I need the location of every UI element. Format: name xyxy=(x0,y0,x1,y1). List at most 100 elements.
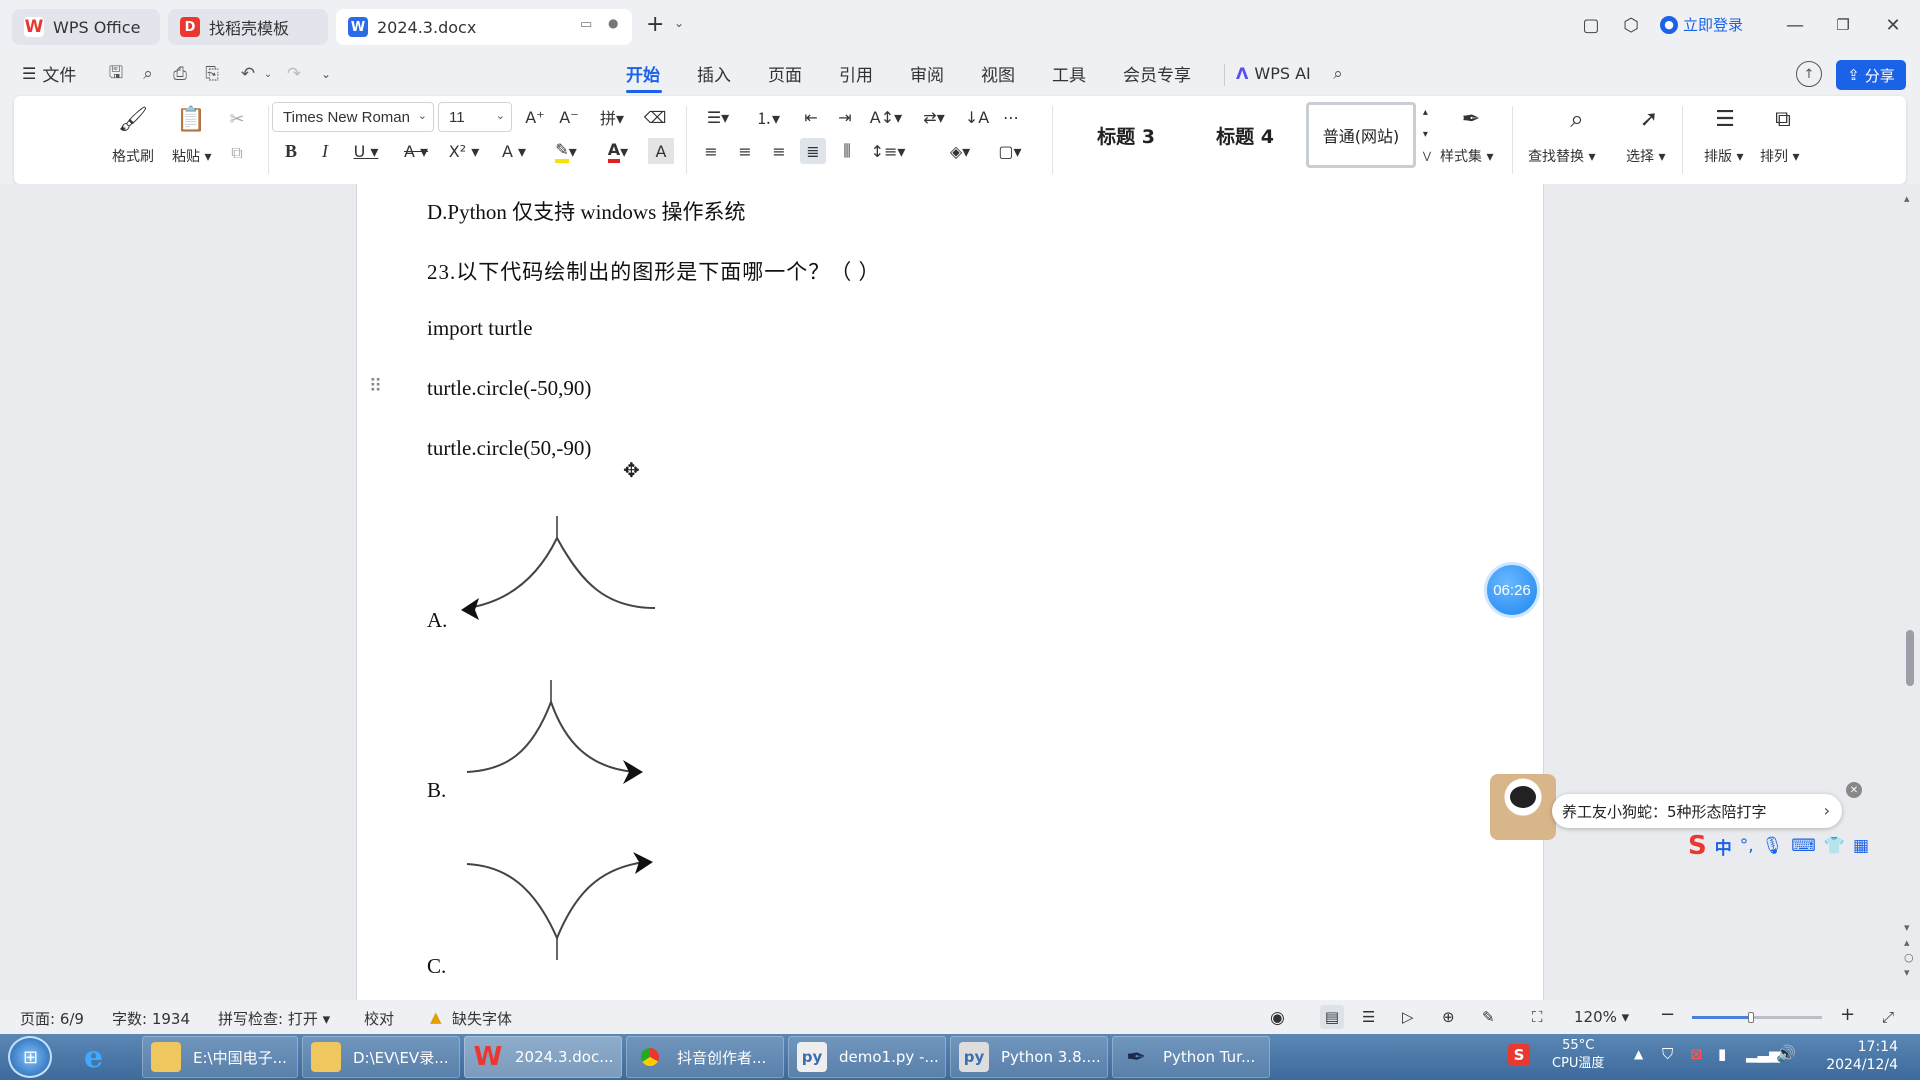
play-icon[interactable]: ▷ xyxy=(1402,1008,1414,1026)
styles-scroll-icon[interactable]: ▴ ▾ ⋁ xyxy=(1418,102,1436,168)
align-justify-icon[interactable]: ≣ xyxy=(800,138,826,164)
layout-icon[interactable]: ☰ xyxy=(1710,104,1740,134)
redo-icon[interactable]: ↷ xyxy=(282,63,306,85)
outline-view-icon[interactable]: ☰ xyxy=(1362,1008,1375,1026)
bullet-list-button[interactable]: ☰▾ xyxy=(698,104,738,130)
restore-icon[interactable]: ❐ xyxy=(1828,12,1858,38)
align-right-icon[interactable]: ≡ xyxy=(766,138,792,164)
eye-protection-icon[interactable]: ◉ xyxy=(1270,1008,1285,1028)
tab-references[interactable]: 引用 xyxy=(839,58,873,88)
taskbar-item[interactable]: W 2024.3.doc... xyxy=(464,1036,622,1078)
zoom-slider[interactable] xyxy=(1692,1012,1822,1023)
window-layout-icon[interactable]: ▢ xyxy=(1576,12,1606,38)
numbered-list-button[interactable]: ⒈▾ xyxy=(748,104,788,130)
find-replace-icon[interactable]: ⌕ xyxy=(1562,104,1592,134)
distributed-align-icon[interactable]: ⫼ xyxy=(834,138,860,164)
page-nav-icons[interactable]: ▾ ▴ ○ ▾ xyxy=(1904,920,1914,980)
taskbar-item[interactable]: E:\中国电子... xyxy=(142,1036,298,1078)
recording-timer[interactable]: 06:26 xyxy=(1484,562,1540,618)
style-normal-web[interactable]: 普通(网站) xyxy=(1306,102,1416,168)
search-icon[interactable]: ⌕ xyxy=(1326,63,1350,85)
text-effect-button[interactable]: A ▾ xyxy=(494,138,534,164)
monitor-icon[interactable]: ▭ xyxy=(580,17,592,32)
fit-page-icon[interactable]: ⛶ xyxy=(1532,1008,1543,1026)
print-icon[interactable]: ⎙ xyxy=(168,63,192,85)
select-cursor-icon[interactable]: ➚ xyxy=(1634,104,1664,134)
cpu-temperature[interactable]: 55°C CPU温度 xyxy=(1552,1037,1604,1073)
punctuation-icon[interactable]: °, xyxy=(1740,836,1754,856)
line-spacing-button[interactable]: ↕≡▾ xyxy=(868,138,908,164)
text-direction-button[interactable]: A↕▾ xyxy=(866,104,906,130)
style-heading-3[interactable]: 标题 3 xyxy=(1066,102,1186,168)
tray-expand-icon[interactable]: ▲ xyxy=(1634,1047,1643,1061)
cut-icon[interactable]: ✂ xyxy=(224,106,250,132)
paste-icon[interactable]: 📋 xyxy=(176,104,206,134)
tab-review[interactable]: 审阅 xyxy=(910,58,944,88)
drag-handle-icon[interactable]: ⠿ xyxy=(369,376,382,397)
microphone-icon[interactable]: 🎙 xyxy=(1762,836,1784,856)
ime-mode-toggle[interactable]: 中 xyxy=(1715,834,1732,859)
increase-indent-icon[interactable]: ⇥ xyxy=(832,104,858,130)
borders-button[interactable]: ▢▾ xyxy=(990,138,1030,164)
scrollbar-thumb[interactable] xyxy=(1906,630,1914,686)
fullscreen-icon[interactable]: ⤢ xyxy=(1882,1008,1894,1026)
shield-icon[interactable]: ⛉ xyxy=(1662,1045,1673,1063)
missing-font-button[interactable]: 缺失字体 xyxy=(452,1008,512,1029)
battery-icon[interactable]: ▮ xyxy=(1718,1045,1726,1063)
share-button[interactable]: ⇪ 分享 xyxy=(1836,60,1906,90)
word-count[interactable]: 字数: 1934 xyxy=(112,1008,190,1029)
decrease-indent-icon[interactable]: ⇤ xyxy=(798,104,824,130)
customize-dropdown-icon[interactable]: ⌄ xyxy=(314,63,338,85)
highlight-color-button[interactable]: ✎ ▾ xyxy=(544,138,588,164)
network-error-icon[interactable]: ⊠ xyxy=(1690,1045,1703,1063)
style-set-icon[interactable]: ✒ xyxy=(1456,104,1486,134)
layout-button[interactable]: 排版 ▾ xyxy=(1704,146,1743,166)
font-size-select[interactable]: 11 ⌄ xyxy=(438,102,512,132)
bold-button[interactable]: B xyxy=(278,138,304,164)
taskbar-item[interactable]: ✒ Python Tur... xyxy=(1112,1036,1270,1078)
undo-dropdown-icon[interactable]: ⌄ xyxy=(256,63,280,85)
paste-button[interactable]: 粘贴 ▾ xyxy=(172,146,211,166)
proofread-button[interactable]: 校对 xyxy=(364,1008,394,1029)
format-painter-icon[interactable]: 🖌 xyxy=(118,104,148,134)
skin-icon[interactable]: 👕 xyxy=(1824,836,1845,856)
tab-insert[interactable]: 插入 xyxy=(697,58,731,88)
tab-home[interactable]: 开始 xyxy=(626,58,660,88)
toolbox-grid-icon[interactable]: ▦ xyxy=(1853,836,1869,856)
font-color-button[interactable]: A ▾ xyxy=(596,138,640,164)
format-painter-button[interactable]: 格式刷 xyxy=(112,146,154,166)
close-popup-icon[interactable]: ✕ xyxy=(1846,782,1862,798)
spell-check-toggle[interactable]: 拼写检查: 打开 ▾ xyxy=(218,1008,330,1029)
tab-member[interactable]: 会员专享 xyxy=(1123,58,1191,88)
strikethrough-button[interactable]: A ▾ xyxy=(396,138,436,164)
page-indicator[interactable]: 页面: 6/9 xyxy=(20,1008,84,1029)
start-button[interactable]: ⊞ xyxy=(8,1036,52,1078)
taskbar-item[interactable]: D:\EV\EV录... xyxy=(302,1036,460,1078)
minimize-icon[interactable]: — xyxy=(1780,12,1810,38)
tab-document[interactable]: W 2024.3.docx ▭ ● xyxy=(336,9,632,45)
copy-icon[interactable]: ⧉ xyxy=(224,140,250,166)
taskbar-item[interactable]: py Python 3.8.... xyxy=(950,1036,1108,1078)
arrange-button[interactable]: 排列 ▾ xyxy=(1760,146,1799,166)
keyboard-icon[interactable]: ⌨ xyxy=(1791,836,1816,856)
superscript-button[interactable]: X² ▾ xyxy=(444,138,484,164)
cube-icon[interactable]: ⬡ xyxy=(1616,12,1646,38)
scroll-up-icon[interactable]: ▴ xyxy=(1904,192,1910,205)
tab-page[interactable]: 页面 xyxy=(768,58,802,88)
sort-icon[interactable]: ↓A xyxy=(964,104,990,130)
ie-browser-icon[interactable]: e xyxy=(84,1040,103,1075)
eraser-icon[interactable]: ⌫ xyxy=(642,104,668,130)
shading-button[interactable]: ◈▾ xyxy=(940,138,980,164)
volume-icon[interactable]: 🔊 xyxy=(1776,1044,1796,1063)
sogou-tray-icon[interactable]: S xyxy=(1508,1044,1530,1066)
page-view-icon[interactable]: ▤ xyxy=(1320,1005,1344,1029)
wps-ai-button[interactable]: Λ WPS AI xyxy=(1236,58,1311,88)
font-name-select[interactable]: Times New Roman ⌄ xyxy=(272,102,434,132)
underline-button[interactable]: U ▾ xyxy=(346,138,386,164)
align-left-icon[interactable]: ≡ xyxy=(698,138,724,164)
style-set-button[interactable]: 样式集 ▾ xyxy=(1440,146,1493,166)
document-page[interactable]: D.Python 仅支持 windows 操作系统 23.以下代码绘制出的图形是… xyxy=(356,184,1544,1000)
file-menu[interactable]: ☰ 文件 xyxy=(22,58,76,88)
system-clock[interactable]: 17:14 2024/12/4 xyxy=(1818,1038,1898,1074)
zoom-out-button[interactable]: − xyxy=(1660,1004,1675,1025)
